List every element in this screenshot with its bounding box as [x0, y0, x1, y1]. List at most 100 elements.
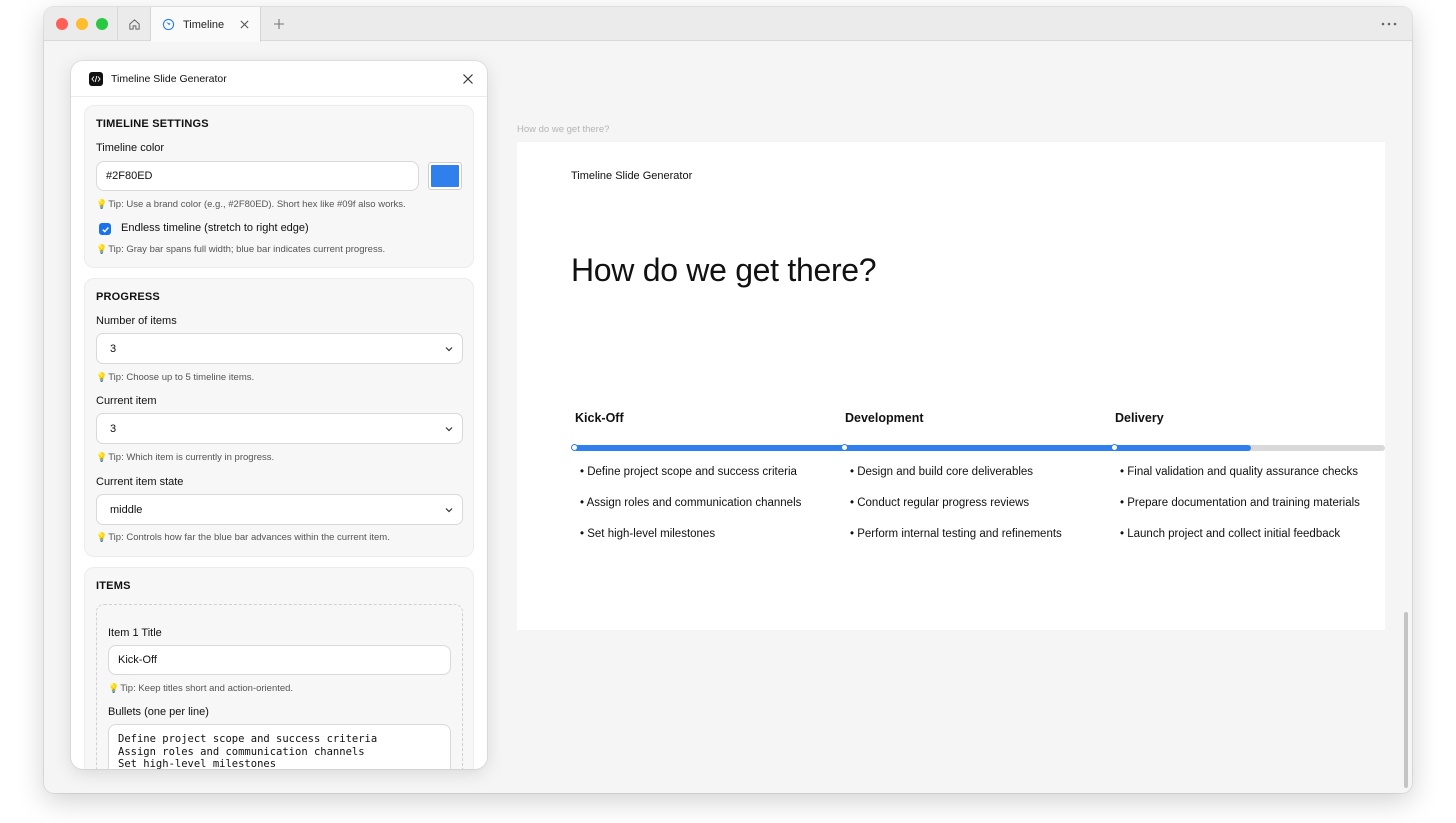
- current-tip: 💡Tip: Which item is currently in progres…: [96, 452, 274, 463]
- chevron-down-icon: [445, 347, 453, 352]
- item-title-input[interactable]: Kick-Off: [108, 645, 451, 675]
- timeline-color-label: Timeline color: [96, 142, 165, 154]
- select-value: 3: [110, 342, 117, 355]
- milestone-title: Development: [845, 411, 924, 425]
- bullet-text: Launch project and collect initial feedb…: [1127, 528, 1341, 540]
- close-panel-button[interactable]: [461, 72, 475, 86]
- tip-text: Tip: Choose up to 5 timeline items.: [108, 372, 255, 383]
- generator-panel: Timeline Slide Generator TIMELINE SETTIN…: [71, 61, 487, 769]
- item-title-tip: 💡Tip: Keep titles short and action-orien…: [108, 683, 293, 694]
- bullets-label: Bullets (one per line): [108, 706, 209, 718]
- panel-header: Timeline Slide Generator: [71, 61, 487, 97]
- home-icon: [128, 18, 140, 30]
- milestone-bullet: • Final validation and quality assurance…: [1120, 466, 1359, 478]
- bullet-text: Assign roles and communication channels: [586, 497, 802, 509]
- chevron-down-icon: [445, 427, 453, 432]
- more-options-button[interactable]: [1380, 16, 1398, 32]
- section-title: TIMELINE SETTINGS: [96, 118, 209, 130]
- current-item-select[interactable]: 3: [96, 413, 463, 444]
- timeline-node: [571, 444, 578, 451]
- tab-timeline[interactable]: Timeline: [151, 7, 261, 42]
- title-bar: Timeline: [44, 7, 1412, 42]
- lightbulb-icon: 💡: [96, 372, 108, 382]
- lightbulb-icon: 💡: [96, 532, 108, 542]
- milestone-title: Kick-Off: [575, 411, 624, 425]
- bullets-textarea[interactable]: Define project scope and success criteri…: [108, 724, 451, 769]
- timeline-color-input[interactable]: #2F80ED: [96, 161, 419, 191]
- item-1-editor: Item 1 Title Kick-Off 💡Tip: Keep titles …: [96, 604, 463, 769]
- slide-brand: Timeline Slide Generator: [571, 170, 693, 182]
- milestone-bullet: • Assign roles and communication channel…: [580, 497, 802, 509]
- maximize-window-button[interactable]: [96, 18, 108, 30]
- milestone-bullet: • Launch project and collect initial fee…: [1120, 528, 1341, 540]
- number-of-items-select[interactable]: 3: [96, 333, 463, 364]
- timeline-settings-section: TIMELINE SETTINGS Timeline color #2F80ED…: [84, 105, 474, 268]
- endless-timeline-checkbox[interactable]: [99, 223, 111, 235]
- lightbulb-icon: 💡: [108, 683, 120, 693]
- milestone-bullet: • Conduct regular progress reviews: [850, 497, 1030, 509]
- select-value: middle: [110, 503, 143, 516]
- timeline-node: [841, 444, 848, 451]
- checkmark-icon: [101, 226, 109, 233]
- items-section: ITEMS Item 1 Title Kick-Off 💡Tip: Keep t…: [84, 567, 474, 769]
- milestone-bullet: • Perform internal testing and refinemen…: [850, 528, 1062, 540]
- color-tip: 💡Tip: Use a brand color (e.g., #2F80ED).…: [96, 199, 406, 210]
- slide-preview: Timeline Slide Generator How do we get t…: [517, 142, 1385, 630]
- bullet-text: Prepare documentation and training mater…: [1127, 497, 1360, 509]
- section-title: ITEMS: [96, 580, 131, 592]
- compass-icon: [162, 18, 175, 31]
- bullet-text: Set high-level milestones: [587, 528, 716, 540]
- home-button[interactable]: [117, 7, 151, 41]
- slide-caption: How do we get there?: [517, 124, 610, 135]
- milestone-title: Delivery: [1115, 411, 1164, 425]
- bullet-text: Design and build core deliverables: [857, 466, 1034, 478]
- section-title: PROGRESS: [96, 291, 160, 303]
- milestone-bullet: • Set high-level milestones: [580, 528, 716, 540]
- count-tip: 💡Tip: Choose up to 5 timeline items.: [96, 372, 254, 383]
- tip-text: Tip: Controls how far the blue bar advan…: [108, 532, 390, 543]
- color-swatch-fill: [431, 165, 459, 187]
- ellipsis-icon: [1381, 22, 1397, 26]
- endless-timeline-label[interactable]: Endless timeline (stretch to right edge): [121, 222, 309, 234]
- tip-text: Tip: Keep titles short and action-orient…: [120, 683, 294, 694]
- milestone-bullet: • Prepare documentation and training mat…: [1120, 497, 1360, 509]
- current-item-state-label: Current item state: [96, 476, 184, 488]
- bullet-text: Define project scope and success criteri…: [587, 466, 797, 478]
- close-icon: [239, 19, 249, 29]
- close-icon: [463, 74, 473, 84]
- tip-text: Tip: Gray bar spans full width; blue bar…: [108, 244, 386, 255]
- milestone-bullet: • Design and build core deliverables: [850, 466, 1034, 478]
- chevron-down-icon: [445, 508, 453, 513]
- tip-text: Tip: Which item is currently in progress…: [108, 452, 275, 463]
- progress-section: PROGRESS Number of items 3 💡Tip: Choose …: [84, 278, 474, 557]
- color-swatch[interactable]: [428, 162, 462, 190]
- endless-tip: 💡Tip: Gray bar spans full width; blue ba…: [96, 244, 385, 255]
- lightbulb-icon: 💡: [96, 199, 108, 209]
- minimize-window-button[interactable]: [76, 18, 88, 30]
- item-title-label: Item 1 Title: [108, 627, 162, 639]
- new-tab-button[interactable]: [270, 15, 288, 33]
- bullet-text: Perform internal testing and refinements: [857, 528, 1062, 540]
- lightbulb-icon: 💡: [96, 244, 108, 254]
- current-item-label: Current item: [96, 395, 157, 407]
- current-item-state-select[interactable]: middle: [96, 494, 463, 525]
- state-tip: 💡Tip: Controls how far the blue bar adva…: [96, 532, 390, 543]
- lightbulb-icon: 💡: [96, 452, 108, 462]
- tip-text: Tip: Use a brand color (e.g., #2F80ED). …: [108, 199, 406, 210]
- timeline-progress-bar: [574, 445, 1251, 451]
- milestone-bullet: • Define project scope and success crite…: [580, 466, 797, 478]
- scrollbar[interactable]: [1404, 612, 1408, 788]
- bullet-text: Conduct regular progress reviews: [857, 497, 1030, 509]
- browser-window: Timeline Timeline Slide Generator TIMELI…: [44, 7, 1412, 793]
- slide-heading: How do we get there?: [571, 252, 877, 288]
- number-of-items-label: Number of items: [96, 315, 177, 327]
- code-icon: [89, 71, 103, 86]
- tab-label: Timeline: [183, 18, 225, 31]
- panel-title: Timeline Slide Generator: [111, 72, 227, 85]
- bullet-text: Final validation and quality assurance c…: [1127, 466, 1359, 478]
- plus-icon: [274, 19, 284, 29]
- timeline-node: [1111, 444, 1118, 451]
- select-value: 3: [110, 422, 117, 435]
- close-tab-button[interactable]: [237, 17, 251, 31]
- close-window-button[interactable]: [56, 18, 68, 30]
